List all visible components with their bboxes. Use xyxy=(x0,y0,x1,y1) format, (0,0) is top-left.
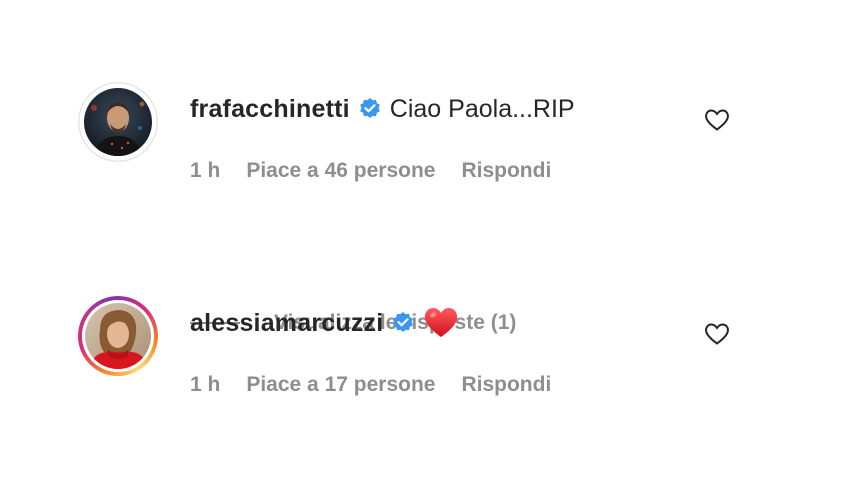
avatar-image xyxy=(84,88,152,156)
timestamp[interactable]: 1 h xyxy=(190,159,220,183)
timestamp[interactable]: 1 h xyxy=(190,373,220,397)
reply-button[interactable]: Rispondi xyxy=(461,373,551,397)
avatar[interactable] xyxy=(78,82,158,162)
verified-badge-icon xyxy=(391,311,415,335)
comment-main-line: frafacchinetti Ciao Paola...RIP xyxy=(190,92,575,126)
heart-outline-icon[interactable] xyxy=(704,322,730,346)
avatar-image xyxy=(82,300,154,372)
comments-section: frafacchinetti Ciao Paola...RIP 1 h Piac… xyxy=(0,0,850,480)
reply-button[interactable]: Rispondi xyxy=(461,159,551,183)
comment-main-line: alessiamarcuzzi xyxy=(190,306,459,340)
heart-outline-icon[interactable] xyxy=(704,108,730,132)
comment-text: Ciao Paola...RIP xyxy=(389,94,575,123)
likes-count[interactable]: Piace a 46 persone xyxy=(246,159,435,183)
likes-count[interactable]: Piace a 17 persone xyxy=(246,373,435,397)
avatar-story-ring[interactable] xyxy=(78,296,158,376)
verified-badge-icon xyxy=(358,97,382,121)
comment-meta: 1 h Piace a 46 persone Rispondi xyxy=(190,156,551,186)
red-heart-emoji xyxy=(423,306,459,340)
comment-meta: 1 h Piace a 17 persone Rispondi xyxy=(190,370,551,400)
username[interactable]: alessiamarcuzzi xyxy=(190,309,383,338)
username[interactable]: frafacchinetti xyxy=(190,95,350,124)
